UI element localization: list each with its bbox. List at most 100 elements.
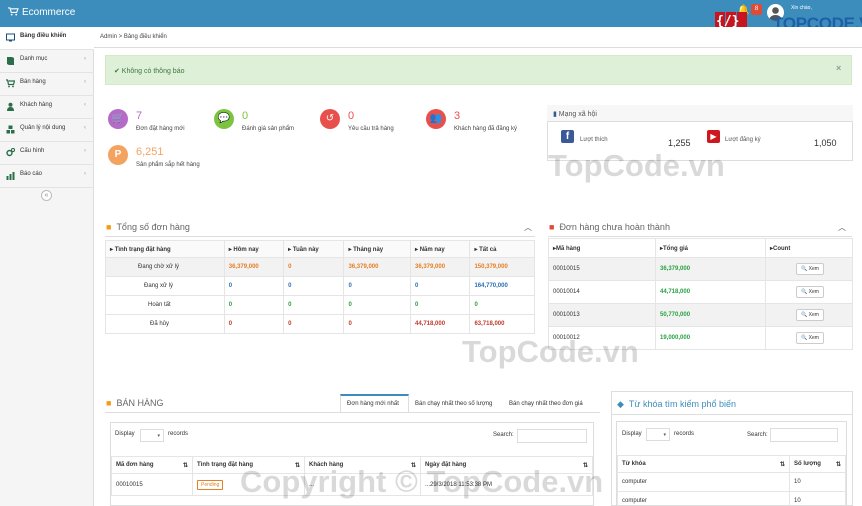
table-cell: computer	[617, 472, 790, 492]
facebook-count: 1,255	[668, 138, 691, 148]
p-icon: P	[114, 149, 122, 160]
table-cell: 0	[343, 276, 411, 296]
sidebar-item-reports[interactable]: Báo cáo ‹	[0, 165, 94, 188]
column-header-text: Hôm nay	[233, 246, 259, 253]
table-cell: 63,718,000	[469, 314, 535, 334]
sales-title-text: BÁN HÀNG	[116, 398, 164, 408]
display-label: Display	[115, 431, 135, 437]
sidebar-item-label: Cấu hình	[20, 148, 45, 154]
column-header[interactable]: ▸ Năm nay	[409, 240, 471, 258]
view-button[interactable]: 🔍 Xem	[796, 309, 824, 321]
column-header-text: Tổng giá	[663, 245, 689, 252]
view-button[interactable]: 🔍 Xem	[796, 263, 824, 275]
table-cell: 00010015	[111, 473, 193, 496]
brand[interactable]: Ecommerce	[8, 7, 75, 18]
stat-label: Sản phẩm sắp hết hàng	[136, 162, 200, 168]
sidebar-item-customers[interactable]: Khách hàng ‹	[0, 96, 94, 119]
user-icon	[7, 102, 14, 111]
records-select[interactable]: ▾	[646, 428, 670, 441]
youtube-icon[interactable]: ▶	[707, 130, 720, 143]
view-button-label: Xem	[808, 312, 819, 318]
column-header[interactable]: ▸ Tuần này	[283, 240, 345, 258]
records-label: records	[168, 431, 189, 437]
chevron-up-icon[interactable]: ︿	[838, 222, 846, 233]
column-header[interactable]: ▸Count	[765, 238, 853, 258]
table-cell: 44,718,000	[409, 314, 471, 334]
close-icon[interactable]: ×	[836, 63, 841, 73]
sales-search-input[interactable]	[517, 429, 587, 443]
column-header[interactable]: ▸ Tháng này	[343, 240, 411, 258]
cubes-icon	[6, 125, 15, 134]
stat-icon-circle: P	[108, 145, 128, 165]
column-header[interactable]: ▸ Tất cả	[469, 240, 535, 258]
users-icon: 👥	[429, 113, 443, 124]
table-row: computer 10	[617, 491, 846, 506]
cart-icon	[8, 7, 19, 16]
social-title: ▮ Mạng xã hội	[553, 110, 597, 118]
sidebar-collapse-button[interactable]: «	[41, 190, 52, 201]
view-button[interactable]: 🔍 Xem	[796, 286, 824, 298]
column-header-text: Tháng này	[353, 246, 384, 253]
table-cell: 0	[283, 257, 345, 277]
sidebar-item-catalog[interactable]: Danh mục ‹	[0, 50, 94, 73]
column-header-text: Count	[773, 245, 791, 252]
table-cell: 50,770,000	[655, 303, 766, 327]
dashboard-icon	[6, 33, 15, 42]
comments-icon: 💬	[217, 113, 231, 124]
column-header[interactable]: ▸ Hôm nay	[223, 240, 285, 258]
table-cell: 0	[343, 314, 411, 334]
tab-best-selling-quantity[interactable]: Bán chạy nhất theo số lượng	[415, 401, 492, 407]
orders-total-title-text: Tổng số đơn hàng	[116, 222, 190, 232]
column-header[interactable]: ▸ Tình trạng đặt hàng	[105, 240, 225, 258]
shopping-cart-icon: ■	[549, 222, 555, 232]
chevron-left-icon: ‹	[84, 148, 86, 154]
caret-down-icon: ▾	[663, 432, 666, 438]
stat-icon-circle: 👥	[426, 109, 446, 129]
keywords-title: ◆ Từ khóa tìm kiếm phổ biến	[617, 399, 736, 410]
table-cell: 36,379,000	[409, 257, 471, 277]
records-select[interactable]: ▾	[140, 429, 164, 442]
display-label-text: Display	[115, 431, 135, 437]
table-row: 00010015 36,379,000 🔍 Xem	[548, 257, 853, 281]
table-cell: 0	[283, 314, 345, 334]
stat-low-stock[interactable]: P 6,251 Sản phẩm sắp hết hàng	[105, 140, 209, 180]
table-cell: Đang chờ xử lý	[105, 257, 225, 277]
shopping-cart-icon: ■	[106, 398, 112, 408]
column-header[interactable]: ▸Tổng giá	[655, 238, 766, 258]
sidebar-item-label: Danh mục	[20, 56, 48, 62]
sidebar-item-dashboard[interactable]: Bảng điều khiển	[0, 27, 94, 50]
stat-registered-customers[interactable]: 👥 3 Khách hàng đã đăng ký	[423, 104, 527, 144]
chevron-up-icon[interactable]: ︿	[524, 222, 532, 233]
sort-icon: ⇅	[779, 461, 785, 468]
table-cell: 150,379,000	[469, 257, 535, 277]
watermark: TopCode.vn	[548, 148, 725, 183]
stat-value: 7	[136, 110, 143, 122]
keywords-search-input[interactable]	[770, 428, 838, 442]
sidebar-item-sales[interactable]: Bán hàng ‹	[0, 73, 94, 96]
column-header[interactable]: Từ khóa ⇅	[617, 455, 790, 473]
table-cell: 0	[409, 295, 471, 315]
column-header[interactable]: ▸Mã hàng	[548, 238, 656, 258]
divider	[105, 412, 600, 413]
column-header[interactable]: Số lượng ⇅	[789, 455, 846, 473]
tab-latest-orders[interactable]: Đơn hàng mới nhất	[347, 401, 399, 407]
facebook-icon[interactable]: f	[561, 130, 574, 143]
column-header-text: Tất cả	[479, 246, 497, 253]
view-button[interactable]: 🔍 Xem	[796, 332, 824, 344]
column-header[interactable]: Mã đơn hàng ⇅	[111, 456, 193, 474]
table-cell: Đang xử lý	[105, 276, 225, 296]
stat-product-reviews[interactable]: 💬 0 Đánh giá sản phẩm	[211, 104, 315, 144]
sidebar-item-label: Khách hàng	[20, 102, 53, 108]
table-cell: 36,379,000	[223, 257, 285, 277]
sidebar-item-content[interactable]: Quản lý nội dung ‹	[0, 119, 94, 142]
orders-total-title: ■ Tổng số đơn hàng	[106, 222, 190, 232]
stat-value: 0	[348, 110, 355, 122]
stat-return-requests[interactable]: ↺ 0 Yêu cầu trả hàng	[317, 104, 421, 144]
stat-new-orders[interactable]: 🛒 7 Đơn đặt hàng mới	[105, 104, 209, 144]
sidebar-item-settings[interactable]: Cấu hình ‹	[0, 142, 94, 165]
tab-best-selling-price[interactable]: Bán chạy nhất theo đơn giá	[509, 401, 583, 407]
table-cell: 0	[283, 276, 345, 296]
chevron-left-icon: ‹	[84, 79, 86, 85]
column-header-text: Năm nay	[419, 246, 445, 253]
table-cell: 36,379,000	[343, 257, 411, 277]
